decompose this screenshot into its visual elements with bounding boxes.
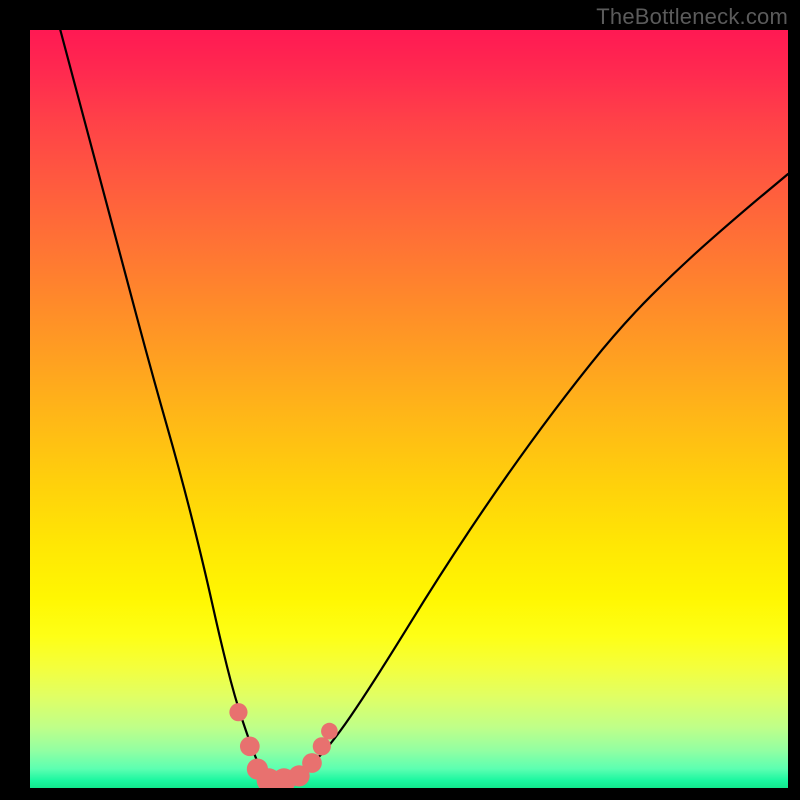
data-marker [321, 723, 338, 740]
watermark-text: TheBottleneck.com [596, 4, 788, 30]
bottleneck-curve [60, 30, 788, 780]
data-marker [257, 768, 281, 788]
data-marker [288, 765, 309, 786]
chart-svg [30, 30, 788, 788]
plot-area [30, 30, 788, 788]
curve-layer [60, 30, 788, 780]
data-marker [302, 753, 322, 773]
data-marker [229, 703, 247, 721]
chart-frame: TheBottleneck.com [0, 0, 800, 800]
data-marker [247, 758, 268, 779]
data-marker [240, 736, 260, 756]
marker-layer [229, 703, 337, 788]
data-marker [313, 737, 331, 755]
data-marker [272, 768, 296, 788]
